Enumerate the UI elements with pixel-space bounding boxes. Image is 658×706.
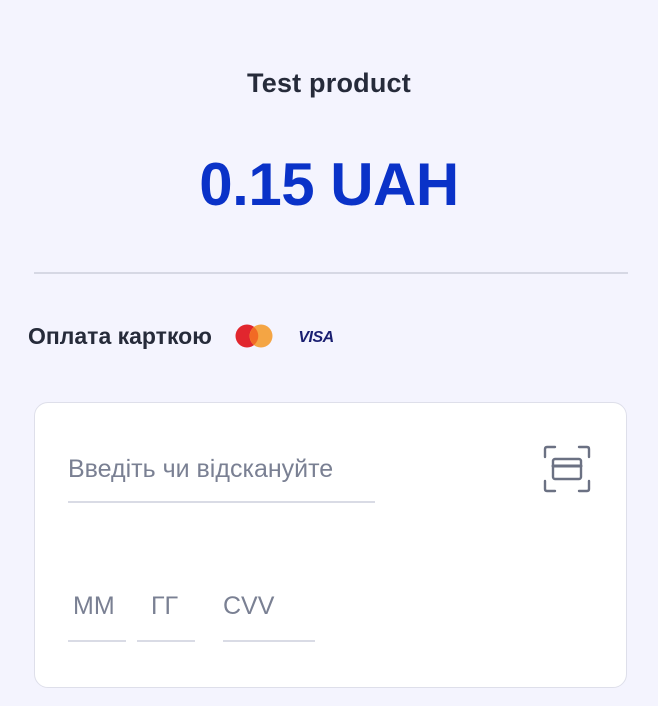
cvv-field[interactable] <box>223 586 315 642</box>
expiry-year-field[interactable] <box>137 586 209 642</box>
visa-logo-text: VISA <box>298 329 333 344</box>
payment-method-label: Оплата карткою <box>28 322 212 349</box>
cvv-input[interactable] <box>223 592 315 621</box>
mastercard-icon <box>235 324 273 348</box>
card-form <box>34 402 627 688</box>
scan-card-button[interactable] <box>543 445 591 493</box>
expiry-year-input[interactable] <box>137 592 209 621</box>
expiry-month-input[interactable] <box>68 592 131 621</box>
scan-card-icon <box>543 445 591 493</box>
payment-method-row: Оплата карткою VISA <box>28 316 336 356</box>
card-number-input[interactable] <box>68 455 375 484</box>
card-number-field[interactable] <box>68 453 375 503</box>
expiry-month-field[interactable] <box>68 586 131 642</box>
price-amount: 0.15 UAH <box>199 151 459 218</box>
product-title: Test product <box>247 68 411 98</box>
visa-icon: VISA <box>298 329 334 344</box>
divider <box>34 272 628 274</box>
